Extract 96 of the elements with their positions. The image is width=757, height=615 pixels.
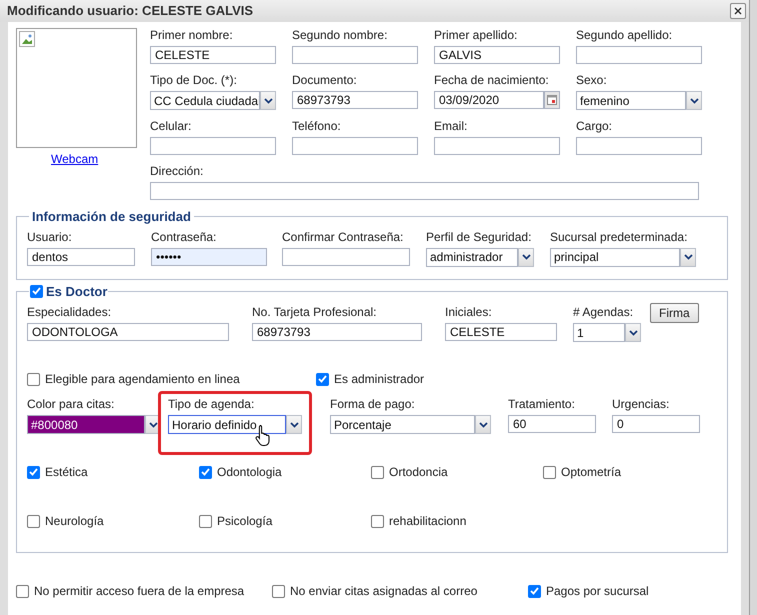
field-label: Urgencias: (612, 397, 670, 412)
field-label: Primer nombre: (150, 28, 234, 43)
field-label: Usuario: (27, 230, 73, 244)
field-label: # Agendas: (573, 305, 634, 320)
chevron-down-icon (478, 422, 488, 428)
checkbox[interactable] (371, 466, 384, 478)
field-label: Perfil de Seguridad: (426, 230, 532, 244)
checkbox-label: Neurología (45, 513, 104, 530)
field-label: Sexo: (576, 73, 608, 88)
field-label: Celular: (150, 119, 192, 134)
text-field[interactable] (576, 46, 702, 64)
checkbox-label: Psicología (217, 513, 272, 530)
text-field[interactable] (150, 137, 276, 155)
text-field[interactable] (292, 137, 418, 155)
field-label: Email: (434, 119, 468, 134)
field-label: Tratamiento: (508, 397, 576, 412)
checkbox[interactable] (543, 466, 556, 478)
chevron-down-icon (264, 98, 272, 104)
text-field[interactable] (150, 182, 699, 200)
text-field[interactable]: 68973793 (292, 91, 418, 109)
close-icon (734, 7, 742, 15)
dropdown[interactable]: Horario definido (168, 415, 302, 434)
field-label: Sucursal predeterminada: (550, 230, 688, 244)
checkbox[interactable] (316, 372, 329, 386)
firma-button[interactable]: Firma (650, 303, 699, 323)
dropdown[interactable]: Porcentaje (330, 415, 491, 434)
checkbox-label: Es administrador (334, 371, 424, 388)
checkbox[interactable] (272, 584, 285, 598)
field-label: Color para citas: (27, 397, 116, 412)
dropdown[interactable]: 1 (573, 323, 641, 342)
window-title: Modificando usuario: CELESTE GALVIS (7, 2, 254, 20)
text-field[interactable]: 60 (508, 415, 596, 433)
text-field[interactable]: CELESTE (150, 46, 276, 64)
field-label: Teléfono: (292, 119, 342, 134)
field-label: Confirmar Contraseña: (282, 230, 404, 244)
chevron-down-icon (684, 254, 692, 260)
checkbox[interactable] (30, 284, 43, 298)
calendar-icon[interactable] (544, 91, 560, 109)
checkbox[interactable] (528, 584, 541, 598)
text-field[interactable]: CELESTE (445, 323, 557, 341)
broken-image-icon (19, 31, 35, 47)
checkbox-label: Estética (45, 464, 88, 481)
field-label: Segundo apellido: (576, 28, 674, 43)
dropdown[interactable]: femenino (576, 91, 702, 110)
checkbox-label: Odontologia (217, 464, 282, 481)
chevron-down-icon (148, 422, 158, 428)
text-field[interactable]: 68973793 (252, 323, 422, 341)
checkbox-label: No enviar citas asignadas al correo (290, 583, 478, 600)
webcam-link[interactable]: Webcam (16, 150, 98, 168)
text-field[interactable] (576, 137, 702, 155)
date-field[interactable]: 03/09/2020 (434, 91, 544, 109)
close-button[interactable] (730, 3, 746, 19)
field-label: Contraseña: (151, 230, 218, 244)
dropdown[interactable]: administrador (426, 248, 534, 266)
field-label: Dirección: (150, 164, 204, 179)
text-field[interactable]: dentos (27, 248, 135, 266)
checkbox-label: Ortodoncia (389, 464, 448, 481)
field-label: Documento: (292, 73, 358, 88)
dropdown[interactable]: CC Cedula ciudadai (150, 91, 276, 110)
text-field[interactable]: ODONTOLOGA (27, 323, 229, 341)
field-label: Segundo nombre: (292, 28, 388, 43)
checkbox-label: No permitir acceso fuera de la empresa (34, 583, 244, 600)
hand-cursor-icon (255, 424, 272, 446)
section-title: Información de seguridad (31, 208, 192, 226)
field-label: Forma de pago: (330, 397, 416, 412)
field-label: Fecha de nacimiento: (434, 73, 550, 88)
field-label: Primer apellido: (434, 28, 518, 43)
checkbox[interactable] (16, 584, 29, 598)
checkbox-label: rehabilitacionn (389, 513, 466, 530)
checkbox-label: Optometría (561, 464, 622, 481)
text-field[interactable] (292, 46, 418, 64)
checkbox-label: Pagos por sucursal (546, 583, 649, 600)
field-label: Cargo: (576, 119, 614, 134)
field-label: Iniciales: (445, 305, 493, 320)
checkbox[interactable] (27, 372, 40, 386)
field-label: Especialidades: (27, 305, 112, 320)
password-field[interactable]: •••••• (151, 248, 267, 266)
dropdown[interactable]: principal (550, 248, 696, 266)
field-label: Tipo de agenda: (168, 397, 256, 412)
checkbox[interactable] (371, 514, 384, 528)
chevron-down-icon (690, 98, 698, 104)
text-field[interactable]: GALVIS (434, 46, 560, 64)
field-label: No. Tarjeta Profesional: (252, 305, 378, 320)
checkbox[interactable] (27, 514, 40, 528)
field-label: Tipo de Doc. (*): (150, 73, 238, 88)
chevron-down-icon (628, 330, 638, 336)
section-title: Es Doctor (46, 282, 108, 300)
checkbox[interactable] (27, 466, 40, 478)
text-field[interactable] (282, 248, 410, 266)
text-field[interactable] (434, 137, 560, 155)
chevron-down-icon (290, 422, 298, 428)
checkbox-label: Elegible para agendamiento en linea (45, 371, 240, 388)
chevron-down-icon (522, 254, 530, 260)
checkbox[interactable] (199, 514, 212, 528)
checkbox[interactable] (199, 466, 212, 478)
text-field[interactable]: 0 (612, 415, 700, 433)
